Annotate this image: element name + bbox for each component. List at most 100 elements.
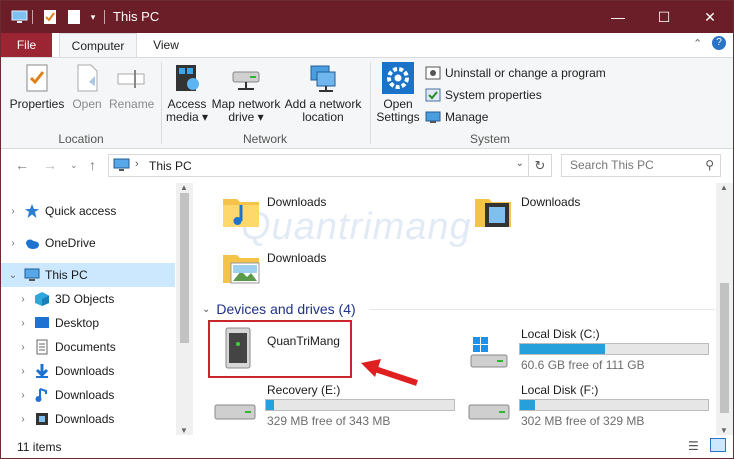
drive-name: Recovery (E:) [267, 383, 341, 397]
nav-label: This PC [45, 268, 88, 282]
nav-item-quick-access[interactable]: › Quick access [1, 199, 175, 223]
add-network-location-label-2: location [302, 110, 344, 124]
nav-label: Quick access [45, 204, 117, 218]
up-arrow-icon[interactable]: ↑ [89, 157, 96, 173]
nav-label: Downloads [55, 388, 115, 402]
nav-label: OneDrive [45, 236, 96, 250]
content-scroll-thumb[interactable] [720, 283, 729, 413]
drive-free-space: 60.6 GB free of 111 GB [521, 358, 645, 372]
devices-section-header[interactable]: ⌄ Devices and drives (4) [202, 301, 356, 317]
drive-free-space: 329 MB free of 343 MB [267, 414, 391, 428]
address-bar[interactable]: › This PC ⌄ [108, 154, 529, 177]
download-icon [35, 364, 49, 378]
help-icon[interactable]: ? [712, 36, 726, 50]
nav-label: Downloads [55, 364, 115, 378]
video-folder-icon[interactable] [473, 191, 513, 231]
document-icon [36, 339, 48, 355]
recent-locations-icon[interactable]: ⌄ [70, 160, 78, 171]
network-location-icon [310, 65, 336, 92]
drive-usage-fill [520, 400, 536, 410]
tab-file[interactable]: File [1, 33, 52, 57]
disk-icon [468, 404, 510, 420]
open-button[interactable]: Open [69, 62, 105, 111]
large-icons-view-icon[interactable] [710, 438, 726, 452]
nav-item-downloads-music[interactable]: › Downloads [1, 383, 175, 407]
maximize-button[interactable]: ☐ [641, 1, 687, 33]
manage-button[interactable]: Manage [425, 108, 488, 126]
folder-name[interactable]: Downloads [521, 195, 580, 209]
system-properties-button[interactable]: System properties [425, 86, 542, 104]
explorer-window: ▾ This PC — ☐ ✕ File Computer View ⌃ ? P… [0, 0, 734, 459]
network-group-label: Network [242, 132, 287, 146]
uninstall-label: Uninstall or change a program [445, 66, 606, 80]
windows-disk-icon [470, 337, 508, 368]
watermark: Quantrimang [241, 206, 472, 248]
picture-folder-icon[interactable] [221, 247, 261, 287]
search-input[interactable]: Search This PC ⚲ [561, 154, 721, 177]
music-folder-icon[interactable] [221, 191, 261, 231]
location-group-label: Location [58, 132, 104, 146]
nav-item-this-pc[interactable]: ⌄ This PC [1, 263, 175, 287]
address-dropdown-icon[interactable]: ⌄ [516, 158, 524, 169]
rename-icon [117, 70, 145, 88]
system-properties-label: System properties [445, 88, 542, 102]
close-button[interactable]: ✕ [687, 1, 733, 33]
manage-icon [425, 111, 441, 123]
breadcrumb-this-pc[interactable]: This PC [149, 159, 192, 173]
cube-icon [35, 292, 49, 306]
nav-label: Downloads [55, 412, 115, 426]
map-network-drive-label-2: drive ▾ [228, 110, 264, 124]
back-arrow-icon[interactable]: ← [15, 157, 29, 173]
refresh-icon[interactable]: ↻ [529, 154, 552, 177]
collapse-ribbon-icon[interactable]: ⌃ [693, 37, 702, 50]
folder-name[interactable]: Downloads [267, 251, 326, 265]
search-icon: ⚲ [705, 158, 714, 172]
open-settings-button[interactable]: Open Settings [375, 62, 421, 124]
nav-item-downloads-video[interactable]: › Downloads [1, 407, 175, 431]
forward-arrow-icon[interactable]: → [43, 157, 57, 173]
network-drive-icon [232, 71, 260, 90]
nav-scroll-thumb[interactable] [180, 193, 189, 343]
title-bar: ▾ This PC — ☐ ✕ [1, 1, 733, 33]
access-media-label-2: media ▾ [165, 110, 209, 124]
drive-name: Local Disk (C:) [521, 327, 600, 341]
add-network-location-label-1: Add a network [284, 97, 362, 111]
tab-view[interactable]: View [146, 33, 186, 57]
nav-item-documents[interactable]: › Documents [1, 335, 175, 359]
nav-item-onedrive[interactable]: › OneDrive [1, 231, 175, 255]
details-view-icon[interactable]: ☰ [688, 439, 699, 453]
drive-usage-fill [520, 344, 605, 354]
properties-button[interactable]: Properties [9, 62, 65, 111]
computer-icon [24, 268, 40, 281]
map-network-drive-button[interactable]: Map network drive ▾ [209, 62, 283, 124]
nav-label: 3D Objects [55, 292, 115, 306]
computer-icon[interactable] [10, 8, 28, 26]
window-title: This PC [113, 9, 160, 24]
system-group-label: System [469, 132, 510, 146]
nav-item-desktop[interactable]: › Desktop [1, 311, 175, 335]
tab-computer[interactable]: Computer [59, 33, 137, 57]
manage-label: Manage [445, 110, 489, 124]
nav-label: Desktop [55, 316, 100, 330]
properties-label: Properties [9, 97, 65, 111]
minimize-button[interactable]: — [595, 1, 641, 33]
content-scrollbar[interactable]: ▲ ▼ [716, 183, 733, 435]
open-settings-label-1: Open [383, 97, 413, 111]
new-folder-quick-icon[interactable] [66, 8, 82, 26]
folder-name[interactable]: Downloads [267, 195, 326, 209]
collapse-chevron-icon[interactable]: ⌄ [202, 304, 210, 315]
music-icon [35, 388, 47, 402]
navigation-pane-scrollbar[interactable]: ▲ ▼ [176, 183, 193, 435]
access-media-button[interactable]: Access media ▾ [165, 62, 209, 124]
uninstall-program-button[interactable]: Uninstall or change a program [425, 64, 606, 82]
properties-quick-icon[interactable] [42, 8, 58, 26]
open-icon [77, 64, 98, 92]
nav-item-3d-objects[interactable]: › 3D Objects [1, 287, 175, 311]
nav-label: Documents [55, 340, 116, 354]
drive-name: Local Disk (F:) [521, 383, 599, 397]
add-network-location-button[interactable]: Add a network location [283, 62, 363, 124]
drive-usage-bar [265, 399, 455, 411]
customize-quick-access-icon[interactable]: ▾ [87, 8, 99, 26]
rename-button[interactable]: Rename [109, 62, 154, 111]
nav-item-downloads[interactable]: › Downloads [1, 359, 175, 383]
